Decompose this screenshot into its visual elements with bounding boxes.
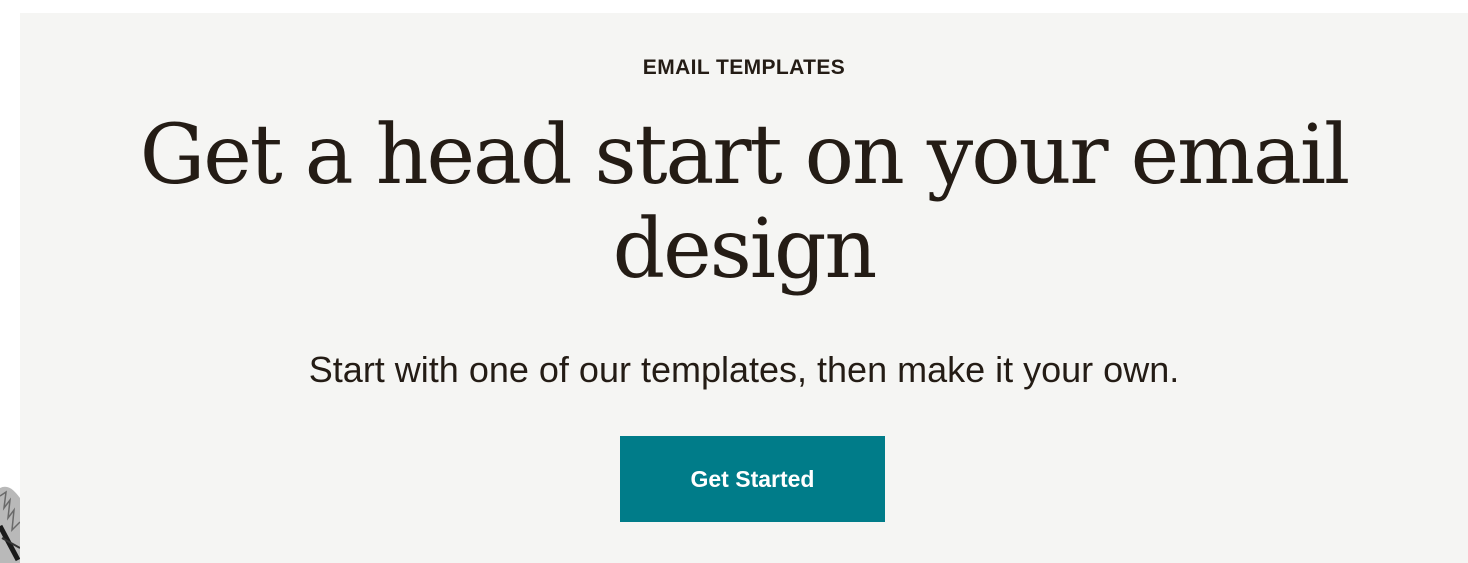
page: EMAIL TEMPLATES Get a head start on your…	[0, 0, 1468, 563]
get-started-button[interactable]: Get Started	[620, 436, 885, 522]
section-eyebrow: EMAIL TEMPLATES	[642, 56, 846, 79]
hero-subheadline: Start with one of our templates, then ma…	[308, 349, 1180, 390]
hero-section: EMAIL TEMPLATES Get a head start on your…	[20, 13, 1468, 563]
decorative-image-fragment	[0, 486, 20, 563]
hero-headline: Get a head start on your email design	[139, 108, 1351, 297]
